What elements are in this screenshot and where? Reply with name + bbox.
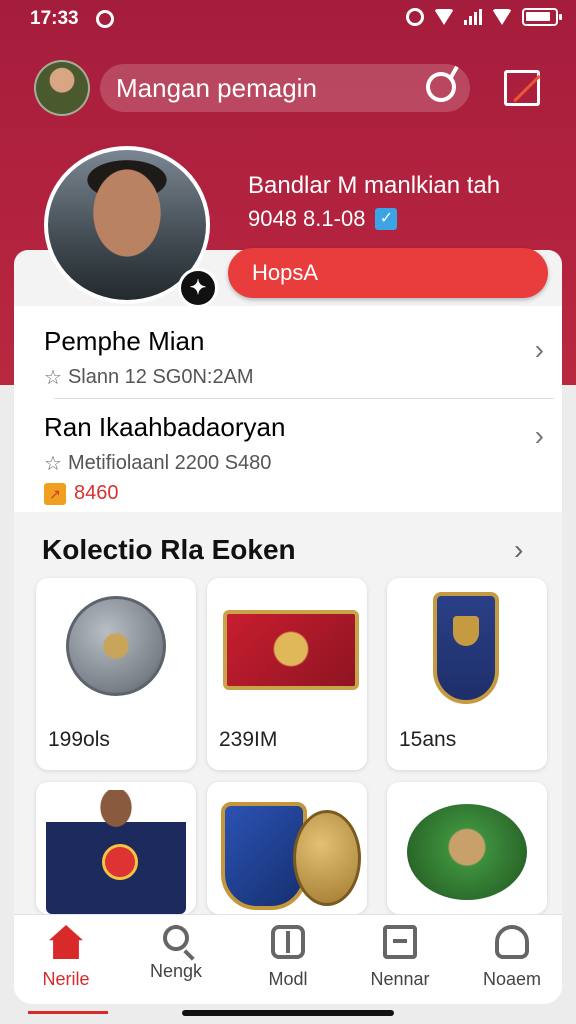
collection-tile[interactable]: 15ans [387, 578, 547, 770]
list-item-title: Ran Ikaahbadaoryan [44, 412, 286, 442]
profile-icon [495, 925, 529, 959]
profile-name: Bandlar M manlkian tah [248, 172, 501, 199]
profile-meta-text: 9048 8.1-08 [248, 206, 366, 231]
nav-news[interactable]: Nennar [350, 925, 450, 990]
profile-meta: 9048 8.1-08 ✓ [248, 206, 398, 232]
search-text[interactable]: Mangan pemagin [116, 73, 317, 104]
tag-icon: ↗ [44, 482, 66, 505]
bottom-nav: Nerile Nengk Modl Nennar Noaem [14, 914, 562, 1014]
list-item-sub: ☆ Metifiolaanl 2200 S480 [44, 451, 544, 476]
battery-icon [522, 8, 562, 26]
nav-search[interactable]: Nengk [126, 925, 226, 982]
tile-label: 199ols [48, 728, 110, 751]
list-item-sub-text: Slann 12 SG0N:2AM [67, 366, 254, 388]
nav-home[interactable]: Nerile [16, 925, 116, 1014]
collection-tile[interactable]: 239IM [207, 578, 367, 770]
list-item[interactable]: Pemphe Mian ☆ Slann 12 SG0N:2AM › [44, 326, 544, 390]
verified-check-icon: ✓ [375, 208, 398, 230]
chevron-right-icon: › [534, 420, 544, 451]
jersey-player-icon [46, 790, 186, 914]
green-disc-icon [407, 804, 527, 900]
list-item[interactable]: Ran Ikaahbadaoryan ☆ Metifiolaanl 2200 S… [44, 412, 544, 505]
alarm-icon [406, 8, 424, 26]
nav-label: Modl [268, 969, 308, 989]
nav-model[interactable]: Modl [238, 925, 338, 990]
search-icon[interactable] [426, 72, 456, 102]
list-item-sub-text: Metifiolaanl 2200 S480 [67, 452, 272, 474]
info-list: Pemphe Mian ☆ Slann 12 SG0N:2AM › Ran Ik… [14, 306, 562, 512]
home-indicator[interactable] [182, 1010, 394, 1016]
cta-button[interactable]: HopsA [228, 248, 548, 298]
star-icon: ☆ [44, 367, 62, 389]
collection-tile[interactable] [207, 782, 367, 914]
divider [54, 398, 554, 399]
silver-coin-icon [66, 596, 166, 696]
blue-shield-icon [433, 592, 499, 704]
news-icon [383, 925, 417, 959]
status-time: 17:33 [30, 8, 79, 29]
notification-icon [96, 10, 114, 28]
nav-label: Noaem [482, 969, 542, 989]
shield-coin-icon [217, 802, 361, 910]
signal-icon [464, 9, 482, 25]
wifi-icon [434, 9, 454, 25]
model-icon [271, 925, 305, 959]
camera-badge-icon[interactable]: ✦ [178, 268, 218, 308]
red-badge-icon [223, 610, 359, 690]
nav-label: Nennar [370, 969, 430, 989]
search-bar[interactable]: Mangan pemagin [100, 64, 470, 112]
edit-icon[interactable] [504, 70, 540, 106]
nav-profile[interactable]: Noaem [462, 925, 562, 990]
active-indicator [28, 1011, 108, 1014]
chevron-right-icon: › [534, 334, 544, 365]
list-item-title: Pemphe Mian [44, 326, 205, 356]
status-bar: 17:33 [0, 0, 576, 40]
star-icon: ☆ [44, 453, 62, 475]
tile-label: 15ans [399, 728, 457, 751]
collection-title: Kolectio Rla Eoken [42, 534, 296, 565]
nav-label: Nengk [149, 961, 203, 981]
collection-tile[interactable] [387, 782, 547, 914]
status-icons [406, 8, 562, 26]
collection-tile[interactable]: 199ols [36, 578, 196, 770]
nav-label: Nerile [42, 969, 90, 989]
home-icon [49, 925, 83, 959]
collection-tile[interactable] [36, 782, 196, 914]
tag-row: ↗ 8460 [44, 482, 544, 505]
tile-label: 239IM [219, 728, 278, 751]
tag-text: 8460 [74, 482, 119, 504]
chevron-right-icon[interactable]: › [514, 534, 523, 566]
wifi-alt-icon [492, 9, 512, 25]
user-avatar[interactable] [34, 60, 90, 116]
list-item-sub: ☆ Slann 12 SG0N:2AM [44, 365, 544, 390]
search-icon [163, 925, 189, 951]
